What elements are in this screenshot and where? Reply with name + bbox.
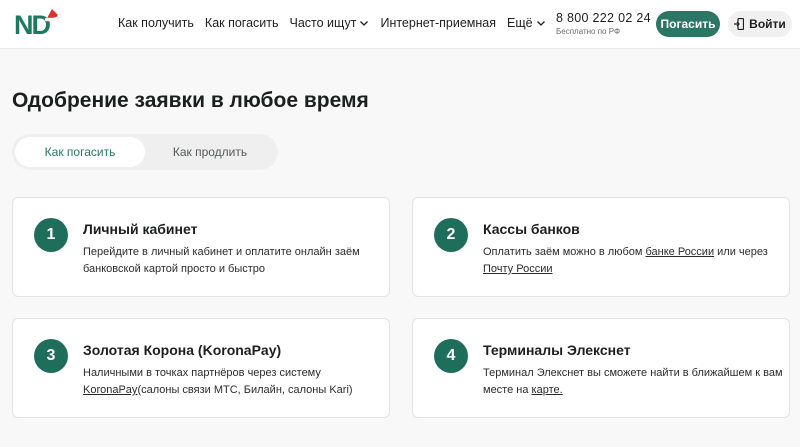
card-title: Кассы банков (483, 221, 580, 237)
method-card-koronapay: 3 Золотая Корона (KoronaPay) Наличными в… (12, 318, 390, 418)
card-text: Терминал Элекснет вы сможете найти в бли… (483, 367, 783, 396)
method-card-bank-cashiers: 2 Кассы банков Оплатить заём можно в люб… (412, 197, 790, 297)
tab-how-to-repay[interactable]: Как погасить (15, 137, 145, 167)
banks-of-russia-link[interactable]: банке России (645, 246, 714, 258)
login-label: Войти (749, 17, 786, 31)
nav-item-popular[interactable]: Часто ищут (290, 16, 370, 30)
card-description: Перейдите в личный кабинет и оплатите он… (83, 246, 360, 275)
card-text: Оплатить заём можно в любом (483, 246, 646, 258)
step-number: 2 (434, 218, 468, 252)
login-button[interactable]: Войти (728, 11, 792, 37)
nav-item-label: Интернет-приемная (380, 16, 497, 30)
tab-how-to-extend[interactable]: Как продлить (145, 137, 275, 167)
method-card-personal-account: 1 Личный кабинет Перейдите в личный каби… (12, 197, 390, 297)
pay-button[interactable]: Погасить (656, 11, 720, 37)
chevron-down-icon (359, 18, 369, 28)
nav-item-internet-reception[interactable]: Интернет-приемная (380, 16, 496, 30)
step-number: 3 (34, 339, 68, 373)
card-text: или через (714, 246, 768, 258)
card-description: Терминал Элекснет вы сможете найти в бли… (483, 365, 783, 399)
phone-number[interactable]: 8 800 222 02 24 (556, 11, 651, 25)
chevron-down-icon (536, 18, 546, 28)
card-title: Терминалы Элекснет (483, 342, 631, 358)
card-description: Оплатить заём можно в любом банке России… (483, 244, 783, 278)
nav-item-label: Как получить (118, 16, 194, 30)
step-number: 4 (434, 339, 468, 373)
map-link[interactable]: карте. (532, 384, 563, 396)
login-icon (734, 18, 745, 30)
nav-item-label: Как погасить (204, 16, 279, 30)
repay-tabs: Как погасить Как продлить (12, 134, 278, 170)
method-card-eleksnet: 4 Терминалы Элекснет Терминал Элекснет в… (412, 318, 790, 418)
card-description: Наличными в точках партнёров через систе… (83, 365, 383, 399)
nav-item-how-to-repay[interactable]: Как погасить (205, 16, 279, 30)
site-header: ND Как получить Как погасить Часто ищут … (0, 0, 800, 49)
card-text: Наличными в точках партнёров через систе… (83, 367, 321, 379)
main-nav: Как получить Как погасить Часто ищут Инт… (118, 16, 557, 30)
nav-item-more[interactable]: Ещё (507, 16, 546, 30)
card-title: Личный кабинет (83, 221, 198, 237)
phone-block: 8 800 222 02 24 Бесплатно по РФ (556, 11, 651, 36)
step-number: 1 (34, 218, 68, 252)
card-text: (салоны связи МТС, Билайн, салоны Kari) (137, 384, 353, 396)
logo[interactable]: ND (14, 8, 62, 40)
nav-item-label: Часто ищут (289, 16, 357, 30)
page-title: Одобрение заявки в любое время (12, 89, 369, 112)
nav-item-label: Ещё (507, 16, 533, 30)
russian-post-link[interactable]: Почту России (483, 263, 553, 275)
santa-hat-icon (44, 9, 62, 22)
nav-item-how-to-get[interactable]: Как получить (118, 16, 194, 30)
phone-note: Бесплатно по РФ (556, 27, 621, 36)
card-title: Золотая Корона (KoronaPay) (83, 342, 282, 358)
koronapay-link[interactable]: KoronaPay (83, 384, 137, 396)
